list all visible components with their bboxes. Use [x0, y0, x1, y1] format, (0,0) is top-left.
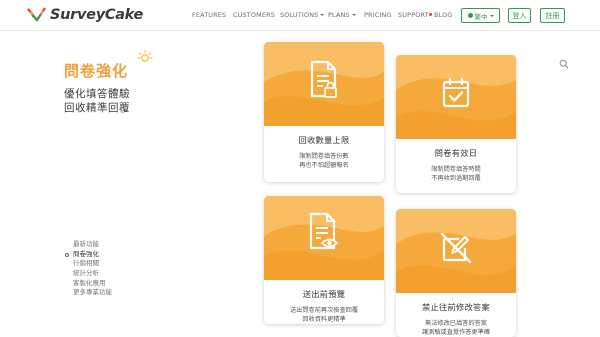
nav-label: BLOG	[434, 11, 453, 19]
side-nav-label: 更多專業功能	[73, 288, 112, 297]
card-title: 回收數量上限	[298, 135, 350, 145]
sun-icon	[137, 49, 153, 62]
side-nav-item-active[interactable]: 問卷強化	[62, 250, 112, 260]
surveycake-logo-icon	[27, 7, 46, 22]
card-desc-line: 再也不怕超額報名	[299, 162, 349, 169]
nav-features[interactable]: FEATURES	[192, 11, 226, 19]
side-nav-label: 最新功能	[73, 240, 99, 248]
card-title: 送出前預覽	[302, 289, 346, 299]
card-description: 限制問卷填答份數 再也不怕超額報名	[264, 152, 384, 170]
card-desc-line: 限制問卷填答份數	[299, 153, 349, 160]
section-title: 問卷強化	[64, 62, 129, 80]
signup-button[interactable]: 註冊	[540, 8, 565, 23]
logo[interactable]: SurveyCake	[27, 6, 143, 24]
card-description: 無法修改已填答的答案 讓測驗或直覺作答更準確	[396, 319, 516, 337]
card-desc-line: 送出問卷前再次檢查回覆	[289, 307, 359, 314]
card-title: 禁止往前修改答案	[422, 302, 490, 312]
nav-customers[interactable]: CUSTOMERS	[233, 11, 275, 19]
circle-marker-icon	[65, 252, 69, 257]
nav-plans[interactable]: PLANS	[328, 11, 356, 19]
nav-blog[interactable]: BLOG	[429, 11, 453, 19]
card-header	[264, 196, 384, 280]
feature-card[interactable]: 送出前預覽 送出問卷前再次檢查回覆 回收資料更精準	[264, 196, 384, 324]
document-eye-icon	[309, 212, 339, 250]
nav-label: CUSTOMERS	[233, 11, 275, 19]
side-nav-item[interactable]: 統計分析	[62, 269, 112, 279]
card-header	[264, 42, 384, 126]
feature-card[interactable]: 禁止往前修改答案 無法修改已填答的答案 讓測驗或直覺作答更準確	[396, 209, 516, 337]
side-nav-label: 行銷相關	[73, 259, 99, 268]
red-dot-icon	[429, 13, 432, 16]
chevron-down-icon	[351, 14, 356, 16]
card-desc-line: 不再收到過期回覆	[431, 175, 481, 182]
card-desc-line: 讓測驗或直覺作答更準確	[421, 329, 491, 336]
nav-label: FEATURES	[192, 11, 227, 19]
card-description: 限制問卷填答時間 不再收到過期回覆	[396, 165, 516, 183]
globe-icon	[467, 13, 473, 18]
nav-label: PLANS	[328, 11, 350, 19]
language-selector[interactable]: 繁中	[461, 8, 500, 23]
nav-solutions[interactable]: SOLUTIONS	[280, 11, 325, 19]
side-nav-item[interactable]: 最新功能	[62, 240, 112, 250]
card-desc-line: 限制問卷填答時間	[431, 166, 481, 173]
feature-card[interactable]: 問卷有效日 限制問卷填答時間 不再收到過期回覆	[396, 55, 516, 193]
no-edit-icon	[440, 232, 472, 264]
nav-support[interactable]: SUPPORT	[398, 11, 429, 19]
card-title: 問卷有效日	[434, 148, 478, 158]
subtitle-line: 回收精準回覆	[64, 102, 130, 114]
side-nav-item[interactable]: 客製化應用	[62, 279, 112, 289]
card-desc-line: 回收資料更精準	[302, 316, 346, 323]
card-header	[396, 209, 516, 293]
nav-label: SUPPORT	[398, 11, 429, 19]
side-nav-item[interactable]: 行銷相關	[62, 259, 112, 269]
nav-pricing[interactable]: PRICING	[364, 11, 392, 19]
side-nav-label: 問卷強化	[73, 249, 99, 258]
subtitle-line: 優化填答體驗	[64, 88, 130, 100]
side-nav-label: 統計分析	[73, 269, 99, 278]
side-nav-label: 客製化應用	[73, 278, 106, 287]
document-lock-icon	[310, 60, 337, 98]
card-desc-line: 無法修改已填答的答案	[425, 320, 487, 327]
login-button[interactable]: 登入	[508, 8, 531, 23]
side-nav-item[interactable]: 更多專業功能	[62, 288, 112, 298]
top-navbar: SurveyCake FEATURES CUSTOMERS SOLUTIONS …	[0, 0, 600, 31]
feature-category-nav: 最新功能 問卷強化 行銷相關 統計分析 客製化應用 更多專業功能	[62, 240, 112, 298]
nav-label: SOLUTIONS	[280, 11, 319, 19]
search-icon[interactable]	[559, 59, 569, 69]
chevron-down-icon	[320, 14, 325, 16]
card-header	[396, 55, 516, 139]
nav-label: PRICING	[364, 11, 392, 19]
logo-text: SurveyCake	[50, 7, 144, 23]
chevron-down-icon	[489, 14, 494, 17]
card-description: 送出問卷前再次檢查回覆 回收資料更精準	[264, 306, 384, 324]
section-subtitle: 優化填答體驗 回收精準回覆	[64, 87, 130, 115]
language-label: 繁中	[474, 12, 488, 21]
calendar-check-icon	[442, 77, 470, 108]
feature-card[interactable]: 回收數量上限 限制問卷填答份數 再也不怕超額報名	[264, 42, 384, 182]
